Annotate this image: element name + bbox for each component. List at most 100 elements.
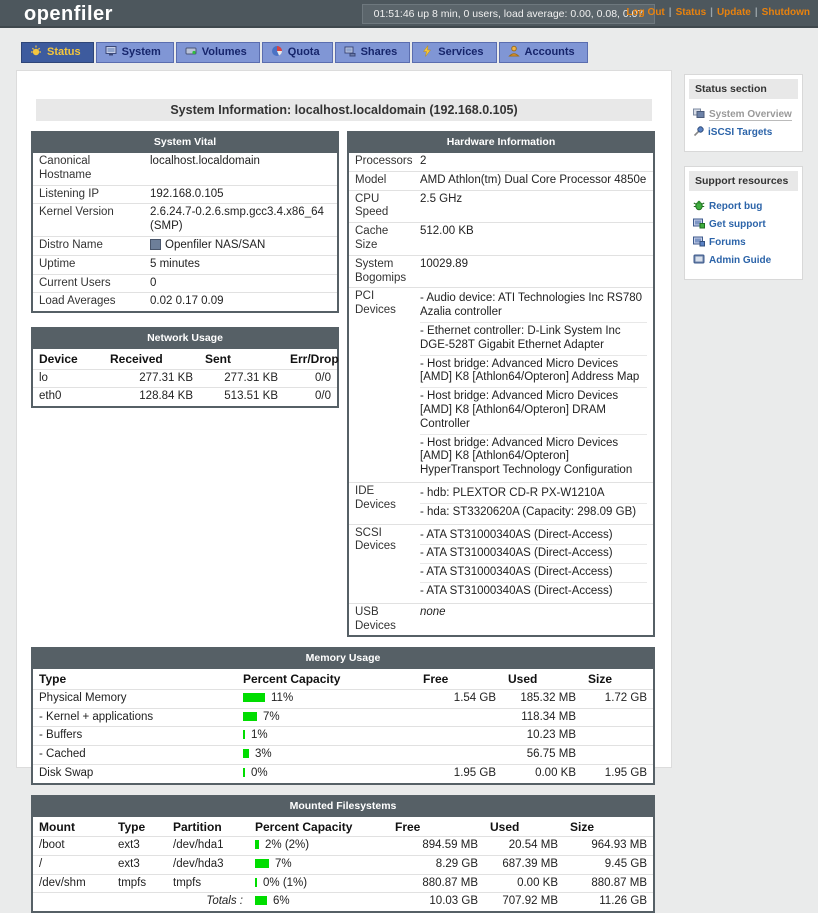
mem-free [417, 708, 502, 727]
forum-icon [693, 237, 709, 248]
hw-label: Processors [348, 152, 414, 171]
hw-value: - Audio device: ATI Technologies Inc RS7… [414, 288, 654, 483]
col-header: Used [502, 668, 582, 689]
bolt-icon [421, 46, 438, 58]
vital-value: 0 [144, 274, 338, 293]
tab-bar: StatusSystemVolumesQuotaSharesServicesAc… [21, 42, 590, 63]
sidebar-item-report-bug[interactable]: Report bug [689, 197, 798, 215]
fs-used: 0.00 KB [484, 874, 564, 893]
fs-used: 20.54 MB [484, 837, 564, 856]
drive-icon [185, 46, 202, 58]
cell: 0/0 [284, 369, 338, 388]
sidebar-item-admin-guide[interactable]: Admin Guide [689, 251, 798, 269]
capacity-bar [255, 840, 259, 849]
computer-icon [344, 46, 361, 58]
sidebar-item-forums[interactable]: Forums [689, 233, 798, 251]
vital-label: Kernel Version [32, 204, 144, 237]
mem-used: 185.32 MB [502, 689, 582, 708]
col-header: Type [112, 816, 167, 837]
vital-label: Current Users [32, 274, 144, 293]
table-row: /ext3/dev/hda37%8.29 GB687.39 MB9.45 GB [32, 855, 654, 874]
mem-free [417, 746, 502, 765]
table-row: lo277.31 KB277.31 KB0/0 [32, 369, 338, 388]
hw-value: 512.00 KB [414, 223, 654, 256]
totals-label: Totals : [32, 893, 249, 912]
device-item: - Ethernet controller: D-Link System Inc… [420, 323, 647, 356]
topbar-link-log-out[interactable]: Log Out [626, 7, 664, 18]
hw-label: SCSI Devices [348, 524, 414, 603]
table-row: /dev/shmtmpfstmpfs0% (1%)880.87 MB0.00 K… [32, 874, 654, 893]
fs-free: 894.59 MB [389, 837, 484, 856]
network-usage-table: Network UsageDeviceReceivedSentErr/Dropl… [31, 327, 339, 408]
tab-volumes[interactable]: Volumes [176, 42, 260, 63]
col-header: Used [484, 816, 564, 837]
topbar-link-update[interactable]: Update [717, 7, 751, 18]
mem-size [582, 746, 654, 765]
book-icon [693, 255, 709, 266]
table-row: Processors2 [348, 152, 654, 171]
totals-free: 10.03 GB [389, 893, 484, 912]
col-header: Free [417, 668, 502, 689]
hw-label: Model [348, 171, 414, 190]
hardware-information-table: Hardware InformationProcessors2ModelAMD … [347, 131, 655, 637]
device-item: - ATA ST31000340AS (Direct-Access) [420, 564, 647, 583]
fs-percent: 0% (1%) [249, 874, 389, 893]
topbar: openfiler 01:51:46 up 8 min, 0 users, lo… [0, 0, 818, 28]
col-header: Size [582, 668, 654, 689]
table-row: SCSI Devices - ATA ST31000340AS (Direct-A… [348, 524, 654, 603]
capacity-bar [255, 878, 257, 887]
tab-quota[interactable]: Quota [262, 42, 333, 63]
tab-services[interactable]: Services [412, 42, 496, 63]
sidebar-item-iscsi-targets[interactable]: iSCSI Targets [689, 123, 798, 141]
table-row: Uptime5 minutes [32, 255, 338, 274]
user-icon [508, 46, 525, 58]
bug-icon [693, 201, 709, 212]
hw-label: PCI Devices [348, 288, 414, 483]
tab-shares[interactable]: Shares [335, 42, 411, 63]
fs-size: 9.45 GB [564, 855, 654, 874]
fs-mount: /dev/shm [32, 874, 112, 893]
cell: eth0 [32, 388, 104, 407]
vital-value: 2.6.24.7-0.2.6.smp.gcc3.4.x86_64 (SMP) [144, 204, 338, 237]
support-resources-header: Support resources [689, 171, 798, 191]
table-row: IDE Devices- hdb: PLEXTOR CD-R PX-W1210A… [348, 482, 654, 524]
mem-size [582, 727, 654, 746]
table-row: /bootext3/dev/hda12% (2%)894.59 MB20.54 … [32, 837, 654, 856]
table-row: System Bogomips10029.89 [348, 255, 654, 288]
mem-type: Disk Swap [32, 764, 237, 783]
sidebar-item-system-overview[interactable]: System Overview [689, 105, 798, 123]
mem-size: 1.72 GB [582, 689, 654, 708]
topbar-link-shutdown[interactable]: Shutdown [762, 7, 810, 18]
mem-percent: 3% [237, 746, 417, 765]
cell: lo [32, 369, 104, 388]
table-row: Distro NameOpenfiler NAS/SAN [32, 236, 338, 255]
device-item: - ATA ST31000340AS (Direct-Access) [420, 527, 647, 546]
capacity-bar [255, 896, 267, 905]
device-item: - Host bridge: Advanced Micro Devices [A… [420, 435, 647, 480]
cell: 277.31 KB [104, 369, 199, 388]
device-item: - ATA ST31000340AS (Direct-Access) [420, 583, 647, 601]
mem-percent: 11% [237, 689, 417, 708]
col-header: Mount [32, 816, 112, 837]
mem-percent: 0% [237, 764, 417, 783]
table-title: Memory Usage [31, 647, 655, 667]
device-item: - Host bridge: Advanced Micro Devices [A… [420, 388, 647, 434]
tab-status[interactable]: Status [21, 42, 94, 63]
capacity-bar [243, 712, 257, 721]
device-item: - hda: ST3320620A (Capacity: 298.09 GB) [420, 504, 647, 522]
fs-type: ext3 [112, 837, 167, 856]
mem-used: 10.23 MB [502, 727, 582, 746]
tab-system[interactable]: System [96, 42, 174, 63]
vital-value: 5 minutes [144, 255, 338, 274]
table-row: USB Devicesnone [348, 603, 654, 636]
topbar-link-status[interactable]: Status [676, 7, 707, 18]
lifering-icon [693, 219, 709, 230]
col-header: Sent [199, 348, 284, 369]
table-row: Current Users0 [32, 274, 338, 293]
tab-accounts[interactable]: Accounts [499, 42, 588, 63]
totals-percent: 6% [249, 893, 389, 912]
device-item: - Audio device: ATI Technologies Inc RS7… [420, 290, 647, 323]
sidebar-item-get-support[interactable]: Get support [689, 215, 798, 233]
main-content: System Information: localhost.localdomai… [16, 70, 672, 768]
openfiler-distro-icon [150, 239, 165, 251]
